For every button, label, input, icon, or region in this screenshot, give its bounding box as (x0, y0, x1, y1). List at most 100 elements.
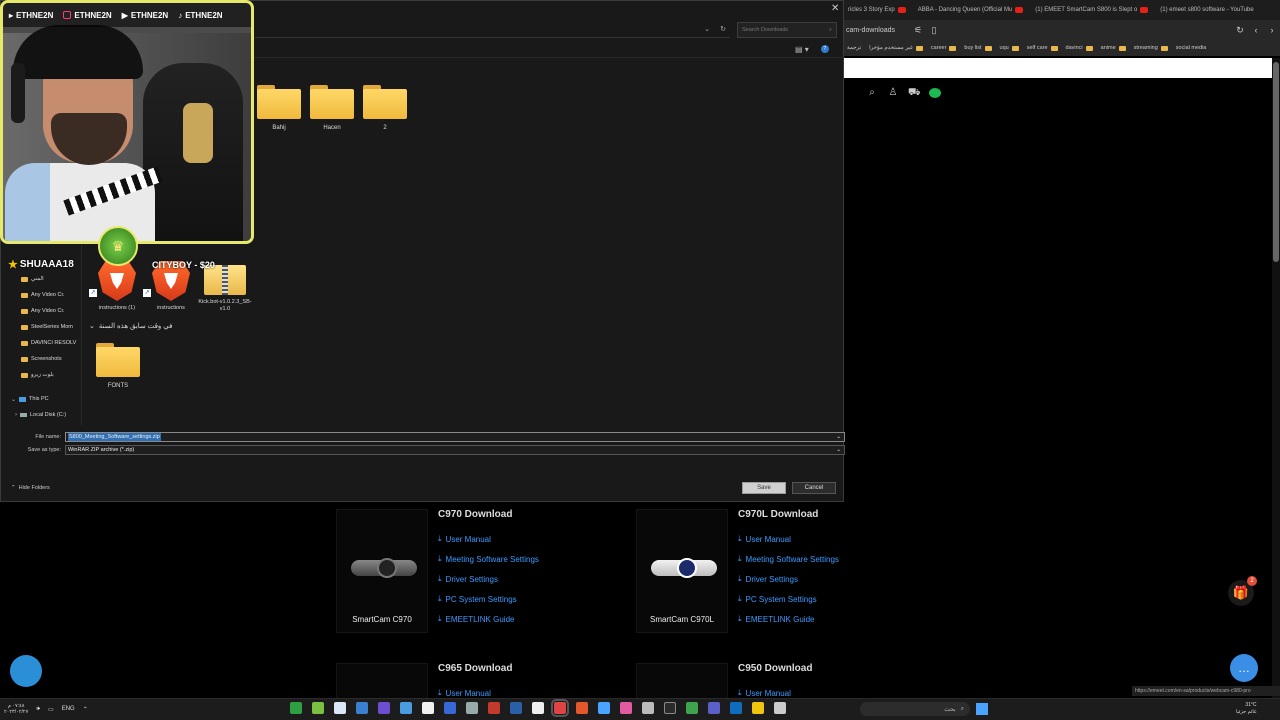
cart-icon[interactable]: ⛟ (908, 87, 921, 100)
browser-tab[interactable]: (1) emeet s800 software - YouTube (1156, 0, 1262, 20)
chevron-up-icon[interactable]: ⌃ (83, 706, 88, 713)
browser-tab[interactable]: (1) EMEET SmartCam S800 is Slept o (1031, 0, 1156, 20)
chrome-icon[interactable] (598, 702, 610, 714)
settings-sliders-icon[interactable]: ⚟ (910, 25, 926, 36)
app-icon[interactable] (444, 702, 456, 714)
app-icon[interactable] (774, 702, 786, 714)
app-icon[interactable] (686, 702, 698, 714)
app-icon[interactable] (334, 702, 346, 714)
bookmark-icon[interactable]: ▯ (926, 25, 942, 36)
cancel-button[interactable]: Cancel (792, 482, 836, 494)
save-button[interactable]: Save (742, 482, 786, 494)
nav-item[interactable]: Any Video Cr. (7, 303, 79, 319)
help-icon[interactable]: ? (820, 45, 829, 53)
clock[interactable]: ٠٧:٤٨ م ٢٠٢٣/٠٢/٢٧ (4, 703, 28, 715)
product-image[interactable] (636, 663, 728, 699)
download-link[interactable]: ⤓ Meeting Software Settings (438, 549, 539, 569)
app-icon[interactable] (510, 702, 522, 714)
app-icon[interactable] (642, 702, 654, 714)
brave-icon[interactable] (576, 702, 588, 714)
chevron-down-icon[interactable]: ⌄ (836, 433, 841, 441)
outlook-icon[interactable] (730, 702, 742, 714)
download-link[interactable]: ⤓ EMEETLINK Guide (438, 609, 539, 629)
app-icon[interactable] (312, 702, 324, 714)
nav-pane-divider[interactable] (81, 245, 82, 425)
close-icon[interactable]: ✕ (831, 3, 839, 14)
url-text[interactable]: cam-downloads (846, 27, 910, 34)
address-bar[interactable]: cam-downloads ⚟ ▯ ↻ ‹ › (844, 20, 1280, 40)
nav-item-local-disk[interactable]: › Local Disk (C:) (7, 407, 79, 423)
hide-folders-button[interactable]: ⌃ Hide Folders (11, 485, 50, 491)
download-link[interactable]: ⤓ Driver Settings (738, 569, 839, 589)
nav-item[interactable]: DAVINCI RESOLV (7, 335, 79, 351)
language-indicator[interactable]: ENG (62, 706, 75, 712)
search-input[interactable]: Search Downloads ⌕ (737, 22, 837, 38)
spotify-icon[interactable] (929, 88, 941, 98)
bookmark-item[interactable]: ترجمة (847, 45, 861, 51)
chat-icon[interactable]: … (1230, 654, 1258, 682)
app-icon[interactable] (620, 702, 632, 714)
bookmark-item[interactable]: buy list (964, 45, 992, 51)
app-icon[interactable] (400, 702, 412, 714)
app-icon[interactable] (422, 702, 434, 714)
nav-item[interactable]: بلوت زيرو (7, 367, 79, 383)
bookmark-item[interactable]: anime (1101, 45, 1126, 51)
download-link[interactable]: ⤓ PC System Settings (438, 589, 539, 609)
address-path-bar[interactable]: ⌄ ↻ (255, 21, 730, 38)
download-link[interactable]: ⤓ Meeting Software Settings (738, 549, 839, 569)
monitor-icon[interactable]: ▭ (48, 706, 54, 713)
refresh-icon[interactable]: ↻ (720, 25, 726, 33)
account-icon[interactable]: ♙ (887, 87, 899, 100)
file-item[interactable]: ↗ instructions (1) (87, 261, 147, 312)
search-icon[interactable]: ⌕ (866, 87, 878, 100)
bookmark-item[interactable]: davinci (1066, 45, 1093, 51)
bookmark-item[interactable]: social media (1176, 45, 1207, 51)
gift-icon[interactable]: 🎁 2 (1228, 576, 1257, 606)
browser-tab[interactable]: ricles 3 Story Exp (844, 0, 914, 20)
taskbar-search[interactable]: بحث ⌕ (860, 702, 970, 716)
bookmark-item[interactable]: غير مستخدم مؤخرا (869, 45, 923, 51)
start-icon[interactable] (976, 703, 988, 715)
weather-widget[interactable]: 31°C غائم جزئيا (1236, 702, 1257, 716)
browser-tab[interactable]: ABBA - Dancing Queen (Official Mu (914, 0, 1032, 20)
download-link[interactable]: ⤓ PC System Settings (738, 589, 839, 609)
bookmark-item[interactable]: career (931, 45, 957, 51)
download-link[interactable]: ⤓ Driver Settings (438, 569, 539, 589)
back-icon[interactable]: ‹ (1248, 25, 1264, 35)
app-icon[interactable] (708, 702, 720, 714)
widget-bubble-icon[interactable] (10, 655, 42, 687)
app-icon[interactable] (488, 702, 500, 714)
nav-item-this-pc[interactable]: ⌄ This PC (7, 391, 79, 407)
chevron-down-icon[interactable]: ⌄ (11, 396, 16, 403)
folder-item[interactable]: 2 (357, 85, 413, 131)
scrollbar-thumb[interactable] (1273, 62, 1279, 262)
file-explorer-icon[interactable] (752, 702, 764, 714)
app-icon[interactable] (356, 702, 368, 714)
chevron-down-icon[interactable]: ⌄ (704, 25, 710, 33)
nav-item[interactable]: Screenshots (7, 351, 79, 367)
chevron-right-icon[interactable]: › (15, 412, 17, 418)
folder-item[interactable]: Hacen (304, 85, 360, 131)
nav-item[interactable]: المني (7, 271, 79, 287)
file-name-field[interactable]: S800_Meeting_Software_settings.zip ⌄ (65, 431, 845, 442)
group-header[interactable]: ⌄ في وقت سابق هذه السنة (89, 322, 172, 330)
bookmark-item[interactable]: streaming (1134, 45, 1168, 51)
app-icon[interactable] (532, 702, 544, 714)
download-link[interactable]: ⤓ User Manual (438, 529, 539, 549)
app-icon[interactable] (551, 699, 569, 717)
download-link[interactable]: ⤓ EMEETLINK Guide (738, 609, 839, 629)
nav-item[interactable]: Any Video Cr. (7, 287, 79, 303)
nav-item[interactable]: SteelSeries Mom (7, 319, 79, 335)
app-icon[interactable] (466, 702, 478, 714)
app-icon[interactable] (290, 702, 302, 714)
page-scrollbar[interactable] (1272, 58, 1280, 698)
speaker-icon[interactable]: 🕪 (36, 706, 40, 713)
app-icon[interactable] (664, 702, 676, 714)
forward-icon[interactable]: › (1264, 25, 1280, 35)
reload-icon[interactable]: ↻ (1232, 25, 1248, 36)
app-icon[interactable] (378, 702, 390, 714)
save-type-select[interactable]: WinRAR ZIP archive (*.zip) ⌄ (65, 444, 845, 455)
folder-item[interactable]: Bahij (251, 85, 307, 131)
folder-item[interactable]: FONTS (90, 343, 146, 389)
download-link[interactable]: ⤓ User Manual (738, 529, 839, 549)
